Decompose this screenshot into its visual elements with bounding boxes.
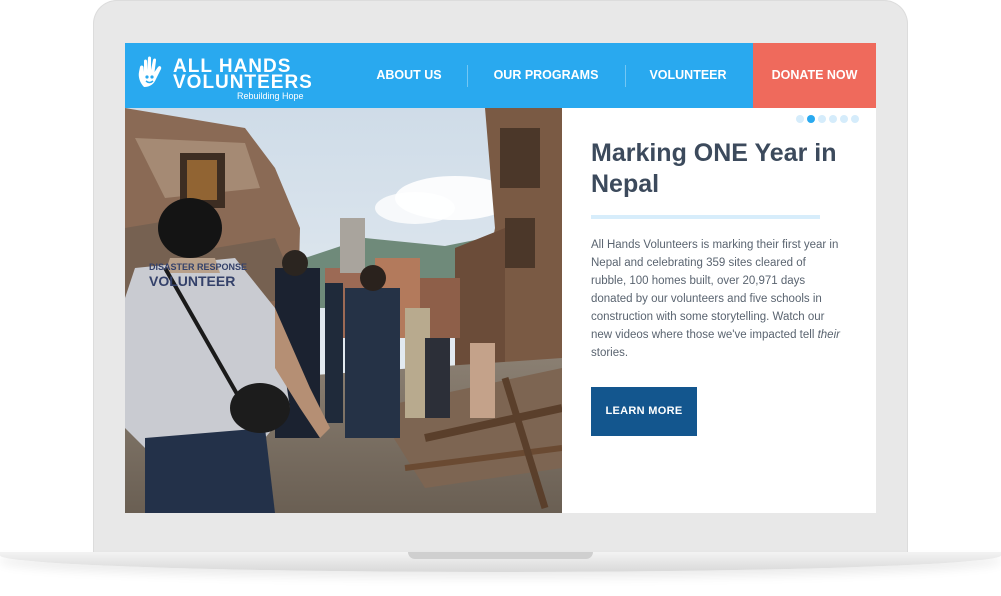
title-underline: [591, 215, 820, 219]
shirt-text-1: DISASTER RESPONSE: [149, 262, 247, 272]
carousel-dot[interactable]: [807, 115, 815, 123]
carousel-dot[interactable]: [829, 115, 837, 123]
laptop-screen: ALL HANDS VOLUNTEERS Rebuilding Hope ABO…: [125, 43, 876, 513]
carousel-dots[interactable]: [796, 115, 862, 123]
logo-tagline: Rebuilding Hope: [237, 91, 304, 101]
carousel-dot[interactable]: [840, 115, 848, 123]
feature-panel: Marking ONE Year in Nepal All Hands Volu…: [562, 108, 876, 513]
nav-divider: [467, 65, 468, 87]
top-nav: ALL HANDS VOLUNTEERS Rebuilding Hope ABO…: [125, 43, 876, 108]
feature-description: All Hands Volunteers is marking their fi…: [591, 236, 841, 362]
logo-text-line2: VOLUNTEERS: [173, 72, 313, 93]
donate-now-button[interactable]: DONATE NOW: [753, 43, 876, 108]
hero-photo: DISASTER RESPONSE VOLUNTEER: [125, 108, 562, 513]
description-text-end: stories.: [591, 347, 629, 359]
nav-divider: [625, 65, 626, 87]
logo[interactable]: ALL HANDS VOLUNTEERS Rebuilding Hope: [135, 53, 315, 101]
page-title: Marking ONE Year in Nepal: [591, 139, 837, 198]
nav-volunteer[interactable]: VOLUNTEER: [643, 43, 733, 108]
shirt-text-2: VOLUNTEER: [149, 273, 235, 289]
description-emphasis: their: [817, 329, 840, 341]
nepal-rubble-photo: DISASTER RESPONSE VOLUNTEER: [125, 108, 562, 513]
learn-more-button[interactable]: LEARN MORE: [591, 387, 697, 436]
description-text: All Hands Volunteers is marking their fi…: [591, 239, 839, 341]
carousel-dot[interactable]: [851, 115, 859, 123]
carousel-dot[interactable]: [818, 115, 826, 123]
nav-about-us[interactable]: ABOUT US: [370, 43, 448, 108]
laptop-notch: [408, 552, 593, 559]
carousel-dot[interactable]: [796, 115, 804, 123]
nav-our-programs[interactable]: OUR PROGRAMS: [485, 43, 607, 108]
hand-logo-icon: [138, 56, 162, 87]
